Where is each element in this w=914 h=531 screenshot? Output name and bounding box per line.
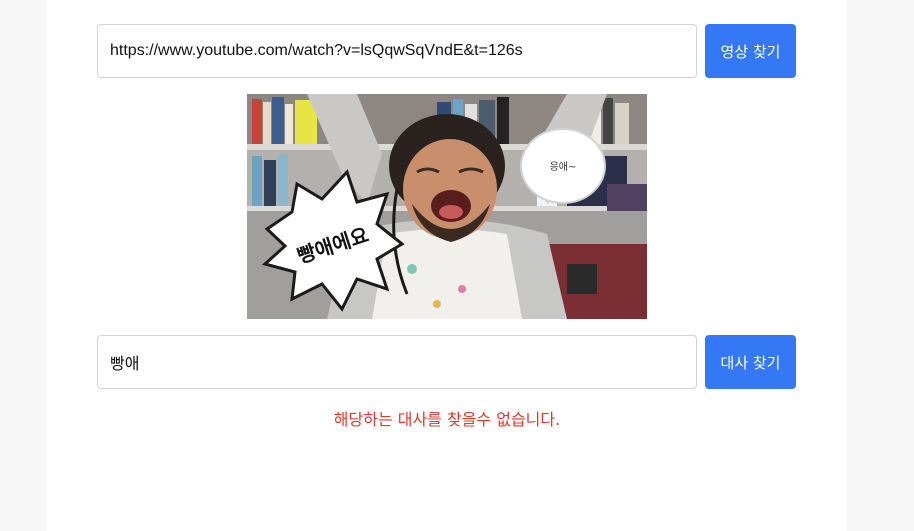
bubble-caption: 응애~ [550, 161, 577, 173]
video-thumbnail[interactable]: 빵애에요 응애~ [247, 94, 647, 319]
video-url-input[interactable] [97, 24, 697, 78]
find-line-button[interactable]: 대사 찾기 [705, 335, 796, 389]
line-search-row: 대사 찾기 [97, 335, 796, 389]
find-video-button[interactable]: 영상 찾기 [705, 24, 796, 78]
main-panel: 영상 찾기 [47, 0, 847, 531]
error-message: 해당하는 대사를 찾을수 없습니다. [333, 410, 561, 429]
line-search-input[interactable] [97, 335, 697, 389]
url-search-row: 영상 찾기 [97, 24, 796, 78]
